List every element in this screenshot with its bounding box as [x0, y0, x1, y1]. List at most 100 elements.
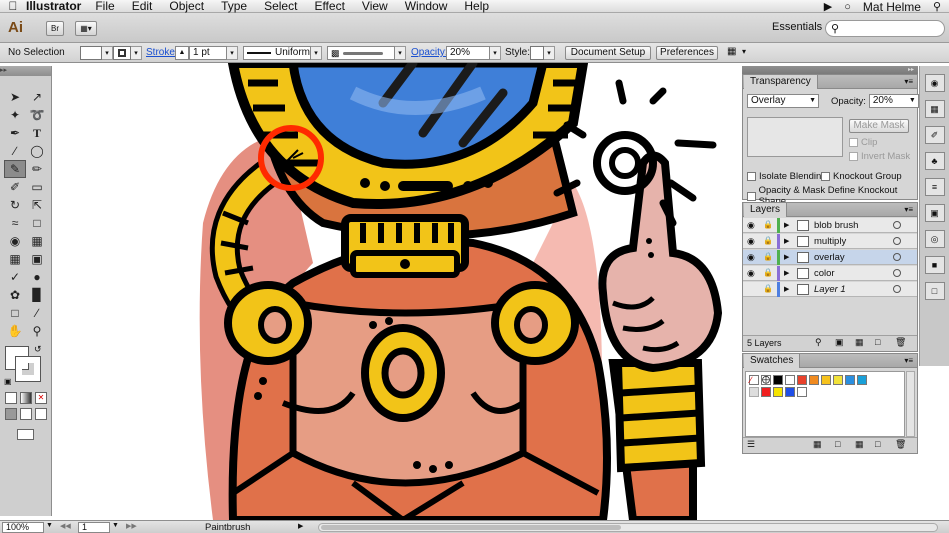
lock-icon[interactable]: 🔒: [763, 252, 773, 261]
brush-definition[interactable]: ▩: [327, 46, 395, 60]
eye-icon[interactable]: ◉: [747, 236, 759, 247]
layer-row[interactable]: ◉ 🔒 ▶ multiply: [743, 234, 917, 249]
define-knockout-checkbox[interactable]: [747, 191, 756, 201]
locate-object-icon[interactable]: ⚲: [815, 337, 822, 348]
mesh-tool-icon[interactable]: ▦: [4, 250, 26, 268]
make-mask-button[interactable]: Make Mask: [849, 119, 909, 133]
gradient-mode-icon[interactable]: [20, 392, 32, 404]
spotlight-icon[interactable]: ⚲: [933, 0, 941, 13]
menu-app-name[interactable]: Illustrator: [26, 0, 81, 13]
swatch-group-folder-icon[interactable]: [749, 387, 759, 397]
color-swatch[interactable]: [821, 375, 831, 385]
eyedropper-tool-icon[interactable]: ✓: [4, 268, 26, 286]
pencil-tool-icon[interactable]: ✏: [26, 160, 48, 178]
expand-arrow-icon[interactable]: ▶: [784, 285, 789, 293]
make-clipping-mask-icon[interactable]: ▣: [835, 337, 844, 348]
artboard-number-field[interactable]: 1: [78, 522, 110, 533]
graphic-style-swatch[interactable]: [530, 46, 544, 60]
layer-name[interactable]: blob brush: [814, 220, 858, 231]
menubar-status-icon[interactable]: ▶: [824, 0, 832, 13]
arrange-panel-icon[interactable]: ▦: [727, 46, 736, 57]
selection-tool-icon[interactable]: ➤: [4, 88, 26, 106]
graphic-styles-icon[interactable]: ■: [924, 256, 945, 274]
paintbrush-tool-icon[interactable]: ✎: [4, 160, 26, 178]
arrange-documents-button[interactable]: ▦▾: [75, 21, 97, 36]
panel-menu-icon[interactable]: ▾≡: [904, 356, 913, 365]
layer-row[interactable]: ◉ 🔒 ▶ blob brush: [743, 218, 917, 233]
swatch-black[interactable]: [773, 375, 783, 385]
draw-inside-icon[interactable]: [35, 408, 47, 420]
profile-dropdown[interactable]: ▾: [311, 46, 322, 60]
stroke-dropdown[interactable]: ▾: [131, 46, 142, 60]
color-swatch[interactable]: [797, 375, 807, 385]
stroke-label[interactable]: Stroke:: [146, 47, 178, 58]
brush-dropdown[interactable]: ▾: [395, 46, 406, 60]
opacity-field[interactable]: 20%: [446, 46, 490, 60]
screen-mode-icon[interactable]: [17, 429, 34, 440]
panel-menu-icon[interactable]: ▾≡: [904, 77, 913, 86]
color-swatch[interactable]: [845, 375, 855, 385]
invert-mask-checkbox[interactable]: [849, 152, 858, 161]
document-setup-button[interactable]: Document Setup: [565, 46, 651, 60]
swatch-libraries-icon[interactable]: ☰: [747, 439, 755, 450]
eye-icon[interactable]: ◉: [747, 268, 759, 279]
expand-arrow-icon[interactable]: ▶: [784, 269, 789, 277]
free-transform-tool-icon[interactable]: □: [26, 214, 48, 232]
preferences-button[interactable]: Preferences: [656, 46, 718, 60]
layer-name[interactable]: Layer 1: [814, 284, 846, 295]
blob-brush-tool-icon[interactable]: ✐: [4, 178, 26, 196]
layer-name[interactable]: color: [814, 268, 835, 279]
swatch-options-icon[interactable]: □: [835, 439, 840, 449]
menu-select[interactable]: Select: [264, 0, 297, 13]
draw-normal-icon[interactable]: [5, 408, 17, 420]
fill-color-swatch[interactable]: [80, 46, 102, 60]
tab-layers[interactable]: Layers: [744, 202, 788, 217]
status-menu-icon[interactable]: ▶: [298, 522, 303, 530]
draw-behind-icon[interactable]: [20, 408, 32, 420]
new-swatch-icon[interactable]: □: [875, 439, 880, 449]
swatch-none[interactable]: ∕: [749, 375, 759, 385]
shape-builder-tool-icon[interactable]: ◉: [4, 232, 26, 250]
new-layer-icon[interactable]: □: [875, 337, 880, 347]
none-mode-icon[interactable]: ✕: [35, 392, 47, 404]
color-swatch[interactable]: [857, 375, 867, 385]
tools-panel-grip[interactable]: ▸▸: [0, 66, 51, 76]
first-artboard-icon[interactable]: ◀◀: [60, 522, 71, 530]
knockout-group-checkbox[interactable]: [821, 172, 830, 181]
trash-icon[interactable]: 🗑: [895, 337, 906, 348]
new-color-group-icon[interactable]: ▦: [855, 439, 864, 450]
blend-mode-select[interactable]: Overlay ▼: [747, 94, 819, 108]
swatch-white[interactable]: [785, 375, 795, 385]
appearance-panel-icon[interactable]: ◎: [924, 230, 945, 248]
layer-name[interactable]: overlay: [814, 252, 845, 263]
zoom-field[interactable]: 100%: [2, 522, 44, 533]
layer-row[interactable]: ◉ 🔒 ▶ color: [743, 266, 917, 281]
layer-target-icon[interactable]: [893, 269, 901, 277]
fill-stroke-widget[interactable]: ↺ ▣: [4, 344, 48, 388]
menu-window[interactable]: Window: [405, 0, 448, 13]
variable-width-profile[interactable]: Uniform: [243, 46, 311, 60]
stroke-swatch[interactable]: [15, 356, 41, 382]
gradient-panel-icon[interactable]: ▣: [924, 204, 945, 222]
lock-icon[interactable]: 🔒: [763, 268, 773, 277]
wifi-icon[interactable]: ○: [844, 1, 851, 13]
artboard-dropdown-icon[interactable]: ▼: [112, 522, 119, 529]
blend-tool-icon[interactable]: ●: [26, 268, 48, 286]
color-swatch[interactable]: [809, 375, 819, 385]
trash-icon[interactable]: 🗑: [895, 439, 906, 450]
help-search-field[interactable]: ⚲: [825, 20, 945, 37]
swap-fill-stroke-icon[interactable]: ↺: [34, 344, 42, 355]
swatch-scrollbar[interactable]: [906, 371, 915, 437]
zoom-tool-icon[interactable]: ⚲: [26, 322, 48, 340]
artboard-canvas[interactable]: [53, 63, 740, 520]
pen-tool-icon[interactable]: ✒: [4, 124, 26, 142]
panel-menu-icon[interactable]: ▾≡: [904, 205, 913, 214]
column-graph-tool-icon[interactable]: ▉: [26, 286, 48, 304]
panel-menu-icon[interactable]: ▾: [742, 47, 746, 56]
lasso-tool-icon[interactable]: ➰: [26, 106, 48, 124]
stroke-panel-icon[interactable]: ≡: [924, 178, 945, 196]
color-swatch[interactable]: [797, 387, 807, 397]
menu-edit[interactable]: Edit: [132, 0, 153, 13]
eye-icon[interactable]: ◉: [747, 220, 759, 231]
apple-icon[interactable]: : [0, 0, 26, 13]
